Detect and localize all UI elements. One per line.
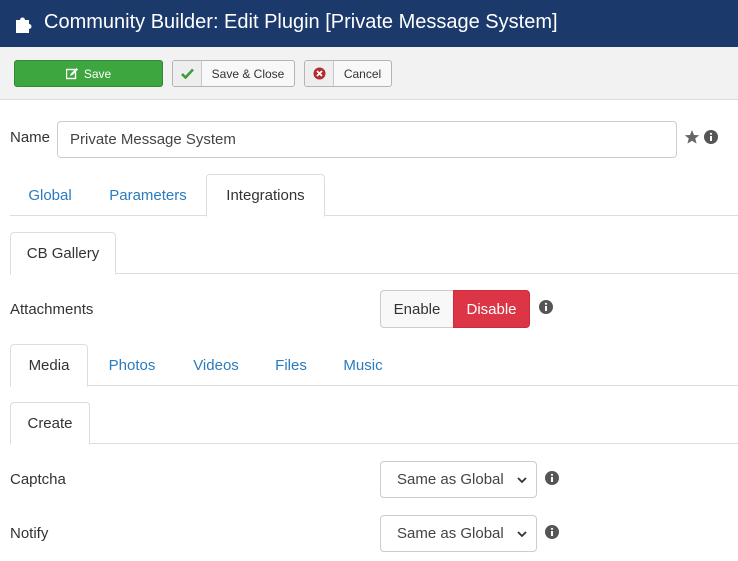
save-label: Save bbox=[83, 66, 112, 81]
cancel-button[interactable]: Cancel bbox=[304, 60, 392, 87]
puzzle-icon bbox=[16, 17, 32, 33]
media-tabs: Media Photos Videos Files Music bbox=[10, 344, 738, 387]
integration-tabs: CB Gallery bbox=[10, 232, 738, 275]
tab-files[interactable]: Files bbox=[266, 344, 316, 386]
attachments-toggle: Enable Disable bbox=[380, 290, 530, 328]
enable-option[interactable]: Enable bbox=[380, 290, 453, 328]
tab-parameters[interactable]: Parameters bbox=[94, 174, 202, 216]
cancel-label: Cancel bbox=[343, 66, 382, 81]
info-icon[interactable] bbox=[704, 130, 718, 144]
main-tabs: Global Parameters Integrations bbox=[10, 174, 738, 217]
tab-photos[interactable]: Photos bbox=[96, 344, 168, 386]
name-input[interactable] bbox=[57, 121, 677, 158]
chevron-down-icon bbox=[517, 477, 527, 484]
info-icon[interactable] bbox=[545, 471, 559, 485]
page-title: Community Builder: Edit Plugin [Private … bbox=[44, 11, 558, 33]
disable-option[interactable]: Disable bbox=[453, 290, 530, 328]
tab-global[interactable]: Global bbox=[10, 174, 90, 216]
notify-select[interactable]: Same as Global bbox=[380, 515, 537, 552]
tab-integrations[interactable]: Integrations bbox=[206, 174, 325, 217]
title-bar: Community Builder: Edit Plugin [Private … bbox=[0, 0, 738, 47]
save-close-label: Save & Close bbox=[211, 66, 285, 81]
captcha-select-value: Same as Global bbox=[397, 471, 504, 488]
tab-create[interactable]: Create bbox=[10, 402, 90, 445]
create-tabs: Create bbox=[10, 402, 738, 445]
notify-label: Notify bbox=[10, 525, 49, 542]
edit-icon bbox=[65, 67, 78, 79]
info-icon[interactable] bbox=[539, 300, 553, 314]
save-close-button[interactable]: Save & Close bbox=[172, 60, 295, 87]
tab-videos[interactable]: Videos bbox=[180, 344, 252, 386]
captcha-select[interactable]: Same as Global bbox=[380, 461, 537, 498]
save-button[interactable]: Save bbox=[14, 60, 163, 87]
attachments-label: Attachments bbox=[10, 301, 94, 318]
chevron-down-icon bbox=[517, 531, 527, 538]
name-label: Name bbox=[10, 129, 51, 146]
check-icon bbox=[173, 61, 202, 86]
star-icon[interactable] bbox=[684, 129, 700, 145]
info-icon[interactable] bbox=[545, 525, 559, 539]
captcha-label: Captcha bbox=[10, 471, 66, 488]
cancel-circle-icon bbox=[305, 61, 334, 86]
toolbar: Save Save & Close Cancel bbox=[0, 47, 738, 100]
notify-select-value: Same as Global bbox=[397, 525, 504, 542]
tab-cb-gallery[interactable]: CB Gallery bbox=[10, 232, 116, 275]
tab-media[interactable]: Media bbox=[10, 344, 88, 387]
tab-music[interactable]: Music bbox=[332, 344, 394, 386]
